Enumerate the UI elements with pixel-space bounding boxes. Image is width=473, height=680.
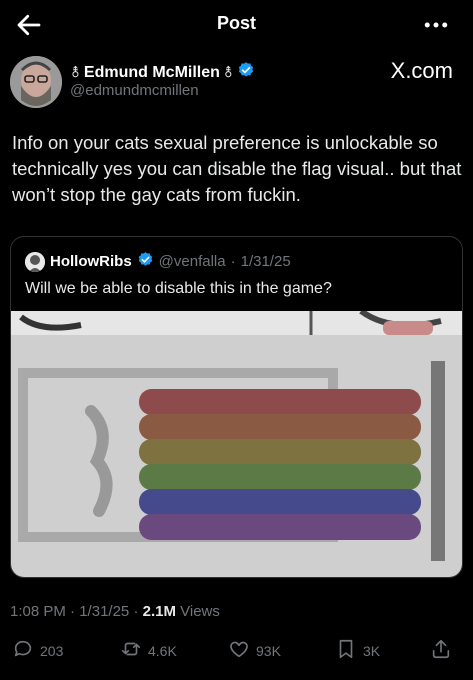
- flag-stripe: [139, 439, 421, 465]
- quoted-post-header: HollowRibs @venfalla · 1/31/25: [25, 251, 291, 272]
- author-handle[interactable]: @edmundmcmillen: [70, 82, 199, 99]
- flag-stripe: [139, 514, 421, 540]
- share-icon: [430, 638, 452, 663]
- heart-icon: [228, 638, 250, 663]
- quoted-author-handle: @venfalla: [158, 253, 226, 270]
- share-button[interactable]: [430, 638, 452, 663]
- repost-icon: [120, 638, 142, 663]
- author-name[interactable]: Edmund McMillen: [84, 64, 220, 82]
- flag-stripe: [139, 464, 421, 490]
- page-title: Post: [216, 13, 256, 33]
- flag-stripe: [139, 489, 421, 515]
- quoted-author-avatar: [25, 251, 45, 272]
- author-avatar[interactable]: [10, 56, 62, 108]
- name-suffix-symbol: ⚨: [222, 64, 234, 80]
- quoted-post-text: Will we be able to disable this in the g…: [25, 280, 332, 297]
- repost-button[interactable]: 4.6K: [120, 638, 177, 663]
- post-time: 1:08 PM: [10, 603, 66, 620]
- flag-stripe: [139, 389, 421, 415]
- repost-count: 4.6K: [148, 642, 177, 659]
- quoted-post[interactable]: HollowRibs @venfalla · 1/31/25 Will we b…: [10, 236, 463, 578]
- quoted-date: 1/31/25: [240, 253, 291, 270]
- quoted-image[interactable]: [11, 308, 462, 577]
- bookmark-button[interactable]: 3K: [335, 638, 380, 663]
- post-text: Info on your cats sexual preference is u…: [12, 132, 462, 205]
- quoted-author-name: HollowRibs: [50, 253, 132, 270]
- bookmark-icon: [335, 638, 357, 663]
- quoted-verified-badge-icon: [137, 251, 154, 272]
- more-options-icon[interactable]: [421, 10, 451, 40]
- action-bar: 203 4.6K 93K 3K: [0, 638, 473, 664]
- reply-icon: [12, 638, 34, 663]
- views-label: Views: [180, 603, 220, 620]
- reply-button[interactable]: 203: [12, 638, 63, 663]
- flag-stripe: [139, 414, 421, 440]
- quoted-separator: ·: [230, 253, 236, 270]
- bookmark-count: 3K: [363, 642, 381, 659]
- verified-badge-icon: [237, 61, 255, 84]
- like-button[interactable]: 93K: [228, 638, 281, 663]
- top-bar: Post: [0, 0, 473, 50]
- post-meta: 1:08 PM · 1/31/25 · 2.1M Views: [10, 603, 220, 620]
- source-label: X.com: [390, 58, 453, 83]
- name-prefix-symbol: ⚨: [70, 64, 81, 80]
- post-date: 1/31/25: [79, 603, 130, 620]
- reply-count: 203: [40, 642, 64, 659]
- rainbow-flag: [139, 389, 421, 540]
- views-count: 2.1M: [142, 603, 176, 620]
- author-name-row[interactable]: ⚨ Edmund McMillen ⚨: [70, 61, 255, 84]
- like-count: 93K: [256, 642, 281, 659]
